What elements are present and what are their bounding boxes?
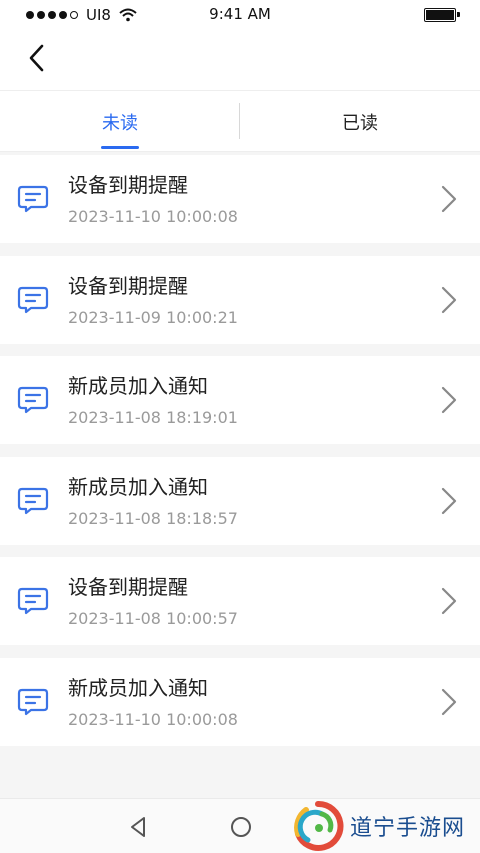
message-time: 2023-11-09 10:00:21 — [68, 308, 238, 327]
watermark-text: 道宁手游网 — [350, 815, 466, 841]
status-time: 9:41 AM — [209, 5, 271, 23]
message-icon — [17, 185, 49, 213]
message-time: 2023-11-08 18:19:01 — [68, 408, 238, 427]
message-title: 新成员加入通知 — [68, 374, 208, 398]
chevron-right-icon — [441, 688, 457, 716]
nav-back-triangle-icon[interactable] — [124, 813, 152, 841]
chevron-right-icon — [441, 185, 457, 213]
chevron-right-icon — [441, 386, 457, 414]
message-time: 2023-11-08 18:18:57 — [68, 509, 238, 528]
message-item[interactable]: 设备到期提醒 2023-11-10 10:00:08 — [0, 155, 480, 243]
message-title: 设备到期提醒 — [68, 274, 188, 298]
message-title: 新成员加入通知 — [68, 676, 208, 700]
message-icon — [17, 688, 49, 716]
chevron-right-icon — [441, 487, 457, 515]
watermark: 道宁手游网 — [292, 798, 480, 853]
message-title: 新成员加入通知 — [68, 475, 208, 499]
message-time: 2023-11-10 10:00:08 — [68, 207, 238, 226]
message-icon — [17, 487, 49, 515]
tab-bar: 未读 已读 — [0, 90, 480, 152]
chevron-right-icon — [441, 587, 457, 615]
message-time: 2023-11-10 10:00:08 — [68, 710, 238, 729]
tab-unread[interactable]: 未读 — [0, 91, 240, 153]
chevron-right-icon — [441, 286, 457, 314]
watermark-logo-icon — [294, 800, 344, 851]
tab-read[interactable]: 已读 — [240, 91, 480, 153]
message-item[interactable]: 设备到期提醒 2023-11-08 10:00:57 — [0, 557, 480, 645]
nav-home-circle-icon[interactable] — [228, 814, 254, 840]
nav-bar — [0, 30, 480, 90]
message-icon — [17, 587, 49, 615]
message-title: 设备到期提醒 — [68, 173, 188, 197]
message-item[interactable]: 新成员加入通知 2023-11-08 18:19:01 — [0, 356, 480, 444]
message-icon — [17, 386, 49, 414]
message-item[interactable]: 新成员加入通知 2023-11-08 18:18:57 — [0, 457, 480, 545]
battery-icon — [424, 8, 460, 22]
chevron-left-icon — [29, 44, 44, 72]
message-icon — [17, 286, 49, 314]
message-time: 2023-11-08 10:00:57 — [68, 609, 238, 628]
message-item[interactable]: 设备到期提醒 2023-11-09 10:00:21 — [0, 256, 480, 344]
back-button[interactable] — [20, 40, 52, 76]
tab-active-indicator — [101, 146, 139, 149]
message-item[interactable]: 新成员加入通知 2023-11-10 10:00:08 — [0, 658, 480, 746]
message-title: 设备到期提醒 — [68, 575, 188, 599]
status-bar: UI8 9:41 AM — [0, 0, 480, 30]
